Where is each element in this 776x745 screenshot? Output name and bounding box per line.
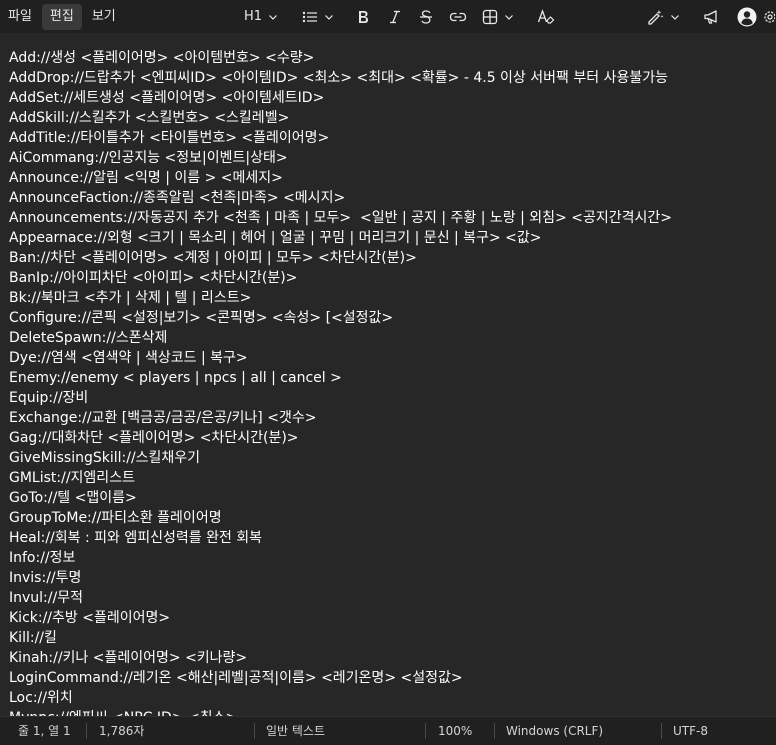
list-dropdown[interactable]: [296, 0, 340, 33]
heading-dropdown[interactable]: H1: [238, 0, 284, 33]
text-line: Bk://북마크 <추가 | 삭제 | 텔 | 리스트>: [9, 290, 252, 306]
heading-label: H1: [244, 9, 263, 24]
text-line: Configure://콘픽 <설정|보기> <콘픽명> <속성> [<설정값>: [9, 310, 394, 326]
line-ending[interactable]: Windows (CRLF): [506, 717, 603, 745]
text-line: AnnounceFaction://종족알림 <천족|마족> <메시지>: [9, 190, 346, 206]
bold-wrap: [352, 0, 374, 33]
menu-edit[interactable]: 편집: [41, 3, 82, 30]
text-line: Kill://킬: [9, 630, 57, 646]
status-divider: [494, 723, 495, 739]
copilot-button[interactable]: [642, 4, 684, 30]
text-line: Announcements://자동공지 추가 <천족 | 마족 | 모두> <…: [9, 210, 672, 226]
toolbar: 파일 편집 보기 H1: [0, 0, 776, 33]
text-line: GiveMissingSkill://스킬채우기: [9, 450, 201, 466]
text-line: Loc://위치: [9, 690, 73, 706]
feedback-wrap: [700, 0, 724, 33]
text-line: AddDrop://드랍추가 <엔피씨ID> <아이템ID> <최소> <최대>…: [9, 70, 668, 86]
text-line: AddSet://세트생성 <플레이어명> <아이템세트ID>: [9, 90, 325, 106]
account-wrap: [735, 0, 759, 33]
text-line: AiCommang://인공지능 <정보|이벤트|상태>: [9, 150, 288, 166]
chevron-down-icon: [269, 14, 277, 20]
text-line: LoginCommand://레기온 <해산|레벨|공적|이름> <레기온명> …: [9, 670, 463, 686]
link-wrap: [447, 0, 469, 33]
clear-formatting-button[interactable]: [534, 4, 558, 30]
status-bar: 줄 1, 열 1 1,786자 일반 텍스트 100% Windows (CRL…: [0, 716, 776, 745]
heading-button[interactable]: H1: [238, 4, 284, 30]
italic-button[interactable]: [384, 4, 406, 30]
text-line: DeleteSpawn://스폰삭제: [9, 330, 168, 346]
text-line: Info://정보: [9, 550, 76, 566]
status-divider: [425, 723, 426, 739]
text-format[interactable]: 일반 텍스트: [266, 717, 325, 745]
italic-icon: [390, 10, 400, 23]
text-line: Mynpc://엔피씨 <NPC ID> <최소>: [9, 708, 672, 716]
copilot-dropdown[interactable]: [642, 0, 684, 33]
text-editor[interactable]: Add://생성 <플레이어명> <아이템번호> <수량> AddDrop://드…: [0, 33, 776, 716]
table-icon: [482, 9, 498, 24]
status-divider: [254, 723, 255, 739]
chevron-down-icon: [505, 14, 513, 20]
text-line: Kinah://키나 <플레이어명> <키나량>: [9, 650, 248, 666]
bold-button[interactable]: [352, 4, 374, 30]
user-avatar-icon: [737, 7, 757, 26]
encoding[interactable]: UTF-8: [673, 717, 708, 745]
text-line: Add://생성 <플레이어명> <아이템번호> <수량>: [9, 50, 315, 66]
gear-icon: [764, 10, 775, 23]
link-button[interactable]: [447, 4, 469, 30]
list-button[interactable]: [296, 4, 340, 30]
text-line: GMList://지엠리스트: [9, 470, 135, 486]
zoom-level[interactable]: 100%: [438, 717, 472, 745]
cursor-position: 줄 1, 열 1: [18, 724, 71, 738]
text-line: Equip://장비: [9, 390, 89, 406]
link-icon: [449, 12, 467, 21]
notepad-window: 파일 편집 보기 H1 Add://생성 <플레이어명> <아이템번호> <수량…: [0, 0, 776, 745]
text-line: AddTitle://타이틀추가 <타이틀번호> <플레이어명>: [9, 130, 330, 146]
clear-formatting-icon: [537, 8, 555, 24]
table-button[interactable]: [478, 4, 518, 30]
clear-format-wrap: [534, 0, 558, 33]
text-line: Gag://대화차단 <플레이어명> <차단시간(분)>: [9, 430, 299, 446]
italic-wrap: [384, 0, 406, 33]
text-line: Appearnace://외형 <크기 | 목소리 | 헤어 | 얼굴 | 꾸밈…: [9, 230, 542, 246]
megaphone-icon: [704, 9, 717, 24]
text-line: AddSkill://스킬추가 <스킬번호> <스킬레벨>: [9, 110, 290, 126]
menu-bar: 파일 편집 보기: [0, 0, 124, 33]
text-line: GroupToMe://파티소환 플레이어명: [9, 510, 222, 526]
text-line: Ban://차단 <플레이어명> <계정 | 아이피 | 모두> <차단시간(분…: [9, 250, 417, 266]
chevron-down-icon: [671, 14, 679, 20]
strikethrough-button[interactable]: [415, 4, 437, 30]
text-line: Dye://염색 <염색약 | 색상코드 | 복구>: [9, 350, 248, 366]
strike-wrap: [415, 0, 437, 33]
text-line: GoTo://텔 <맵이름>: [9, 490, 137, 506]
text-line: Enemy://enemy < players | npcs | all | c…: [9, 370, 342, 386]
text-line: BanIp://아이피차단 <아이피> <차단시간(분)>: [9, 270, 298, 286]
write-sparkle-icon: [648, 9, 664, 25]
account-button[interactable]: [735, 4, 759, 30]
text-line: Invul://무적: [9, 590, 83, 606]
text-line: Exchange://교환 [백금공/금공/은공/키나] <갯수>: [9, 410, 317, 426]
status-divider: [661, 723, 662, 739]
chevron-down-icon: [325, 14, 333, 20]
settings-wrap: [761, 0, 775, 33]
bold-icon: [359, 10, 368, 23]
text-line: Invis://투명: [9, 570, 82, 586]
status-divider: [86, 723, 87, 739]
character-count: 1,786자: [99, 724, 145, 738]
menu-view[interactable]: 보기: [84, 4, 124, 30]
text-lines: Add://생성 <플레이어명> <아이템번호> <수량> AddDrop://드…: [9, 48, 672, 716]
text-line: Heal://회복 : 피와 엠피신성력를 완전 회복: [9, 530, 263, 546]
feedback-button[interactable]: [700, 4, 724, 30]
strikethrough-icon: [420, 9, 432, 24]
settings-button[interactable]: [761, 4, 775, 30]
text-line: Kick://추방 <플레이어명>: [9, 610, 171, 626]
menu-file[interactable]: 파일: [0, 4, 40, 30]
bulleted-list-icon: [302, 11, 317, 22]
text-line: Announce://알림 <익명 | 이름 > <메세지>: [9, 170, 283, 186]
table-dropdown[interactable]: [478, 0, 518, 33]
